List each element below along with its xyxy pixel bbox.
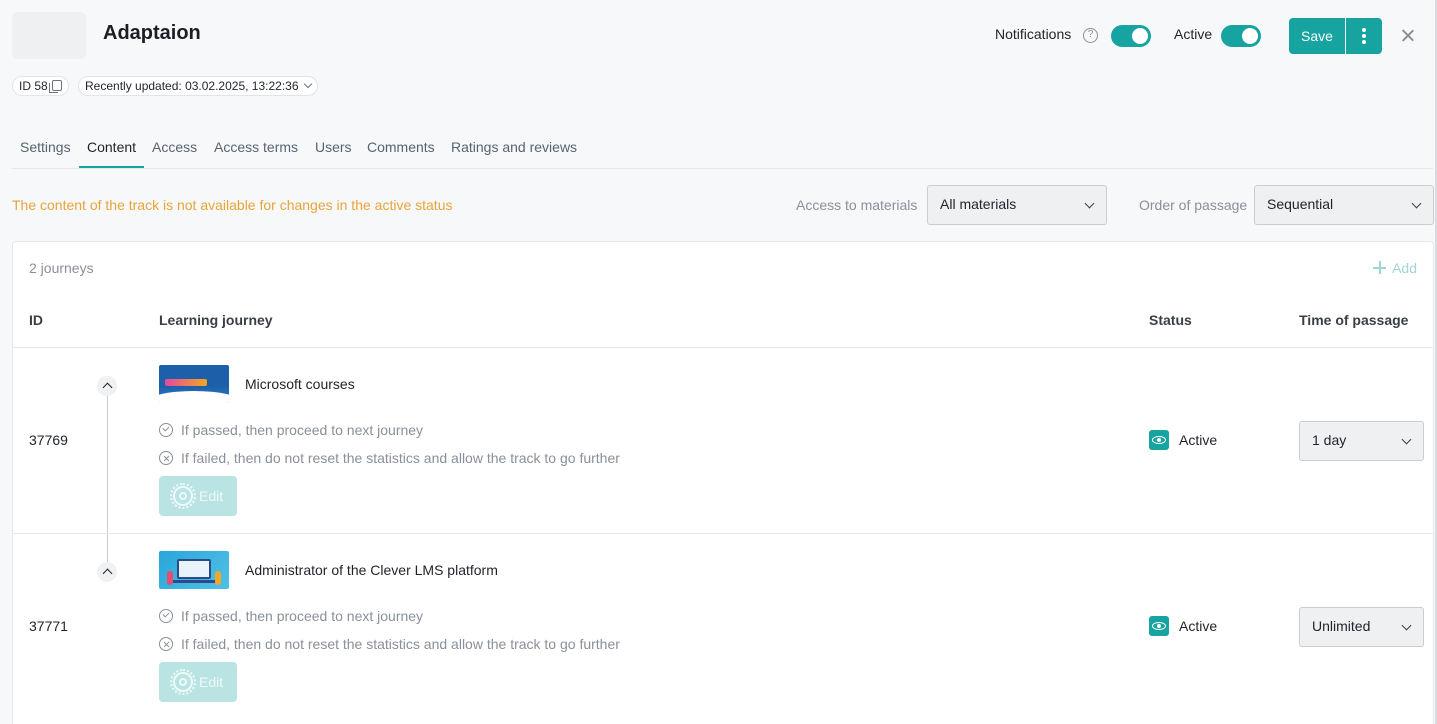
active-tab-indicator [79, 166, 144, 168]
fail-condition: If failed, then do not reset the statist… [159, 636, 620, 652]
access-to-materials-label: Access to materials [796, 197, 918, 213]
more-vertical-icon [1362, 28, 1366, 32]
chevron-down-icon [1084, 198, 1095, 209]
more-vertical-icon [1362, 34, 1366, 38]
tab-access[interactable]: Access [152, 139, 197, 155]
id-chip: ID 58 [12, 76, 69, 96]
fail-condition: If failed, then do not reset the statist… [159, 450, 620, 466]
thumbnail-figure [215, 571, 221, 585]
thumbnail-base [173, 580, 215, 583]
tab-settings[interactable]: Settings [20, 139, 71, 155]
edit-journey-button[interactable]: Edit [159, 662, 237, 702]
tab-bar: Settings Content Access Access terms Use… [12, 128, 1433, 169]
status-cell: Active [1149, 430, 1217, 450]
id-label: ID 58 [19, 79, 48, 93]
pass-condition-text: If passed, then proceed to next journey [181, 608, 424, 624]
fail-condition-text: If failed, then do not reset the statist… [181, 636, 620, 652]
order-of-passage-select[interactable]: Sequential [1254, 185, 1434, 225]
time-of-passage-select[interactable]: Unlimited [1299, 607, 1424, 647]
order-of-passage-value: Sequential [1267, 196, 1334, 212]
tab-users[interactable]: Users [315, 139, 352, 155]
status-warning: The content of the track is not availabl… [12, 197, 453, 213]
time-of-passage-select[interactable]: 1 day [1299, 421, 1424, 461]
x-circle-icon [159, 451, 173, 465]
help-icon[interactable]: ? [1083, 28, 1098, 43]
check-circle-icon [159, 609, 173, 623]
pass-condition: If passed, then proceed to next journey [159, 608, 423, 624]
time-of-passage-value: 1 day [1312, 432, 1347, 448]
column-header-id: ID [29, 312, 43, 328]
track-cover-placeholder [12, 12, 86, 59]
column-header-time-of-passage: Time of passage [1299, 312, 1409, 328]
column-header-learning-journey: Learning journey [159, 312, 273, 328]
gear-icon [170, 483, 196, 509]
journey-title[interactable]: Administrator of the Clever LMS platform [245, 562, 498, 578]
thumbnail-wave [159, 391, 229, 403]
more-vertical-icon [1362, 40, 1366, 44]
order-of-passage-label: Order of passage [1139, 197, 1248, 213]
chevron-down-icon [1411, 198, 1422, 209]
tab-comments[interactable]: Comments [367, 139, 435, 155]
journey-thumbnail [159, 551, 229, 589]
eye-icon [1149, 430, 1169, 450]
journey-id: 37771 [29, 618, 68, 634]
access-to-materials-value: All materials [940, 196, 1017, 212]
edit-journey-button[interactable]: Edit [159, 476, 237, 516]
collapse-chevron-up-icon[interactable] [97, 376, 117, 396]
journey-title[interactable]: Microsoft courses [245, 376, 355, 392]
tab-content[interactable]: Content [87, 139, 136, 155]
pass-condition: If passed, then proceed to next journey [159, 422, 423, 438]
more-options-button[interactable] [1346, 18, 1382, 54]
plus-icon [1373, 261, 1387, 274]
eye-icon [1149, 616, 1169, 636]
pass-condition-text: If passed, then proceed to next journey [181, 422, 424, 438]
edit-label: Edit [199, 674, 224, 690]
page-title: Adaptaion [103, 22, 201, 44]
copy-icon[interactable] [48, 80, 62, 93]
check-circle-icon [159, 423, 173, 437]
add-label: Add [1392, 260, 1417, 276]
journey-thumbnail [159, 365, 229, 403]
thumbnail-banner [165, 379, 207, 386]
tab-ratings-and-reviews[interactable]: Ratings and reviews [451, 139, 577, 155]
save-button[interactable]: Save [1289, 18, 1345, 54]
collapse-chevron-up-icon[interactable] [97, 562, 117, 582]
thumbnail-figure [167, 571, 173, 585]
status-text: Active [1179, 432, 1218, 448]
journeys-count: 2 journeys [29, 260, 94, 276]
journey-id: 37769 [29, 432, 68, 448]
thumbnail-screen [177, 559, 211, 579]
edit-label: Edit [199, 488, 224, 504]
table-row: 37769 Microsoft courses If passed, then … [13, 348, 1433, 534]
status-text: Active [1179, 618, 1218, 634]
chevron-down-icon [1401, 434, 1412, 445]
updated-chip[interactable]: Recently updated: 03.02.2025, 13:22:36 [78, 76, 318, 96]
gear-icon [170, 669, 196, 695]
active-toggle[interactable] [1221, 25, 1261, 47]
x-circle-icon [159, 637, 173, 651]
chevron-down-icon [1401, 620, 1412, 631]
column-header-status: Status [1149, 312, 1192, 328]
fail-condition-text: If failed, then do not reset the statist… [181, 450, 620, 466]
status-cell: Active [1149, 616, 1217, 636]
access-to-materials-select[interactable]: All materials [927, 185, 1107, 225]
active-label: Active [1174, 26, 1213, 42]
time-of-passage-value: Unlimited [1312, 618, 1371, 634]
updated-label: Recently updated: 03.02.2025, 13:22:36 [85, 79, 299, 93]
table-row: 37771 Administrator of the Clever LMS pl… [13, 534, 1433, 720]
close-icon[interactable] [1398, 26, 1418, 46]
chevron-down-icon [303, 79, 312, 89]
add-journey-button[interactable]: Add [1373, 260, 1417, 276]
journeys-card: 2 journeys Add ID Learning journey Statu… [12, 241, 1434, 724]
tab-access-terms[interactable]: Access terms [214, 139, 298, 155]
notifications-toggle[interactable] [1111, 25, 1151, 47]
notifications-label: Notifications [995, 26, 1072, 42]
